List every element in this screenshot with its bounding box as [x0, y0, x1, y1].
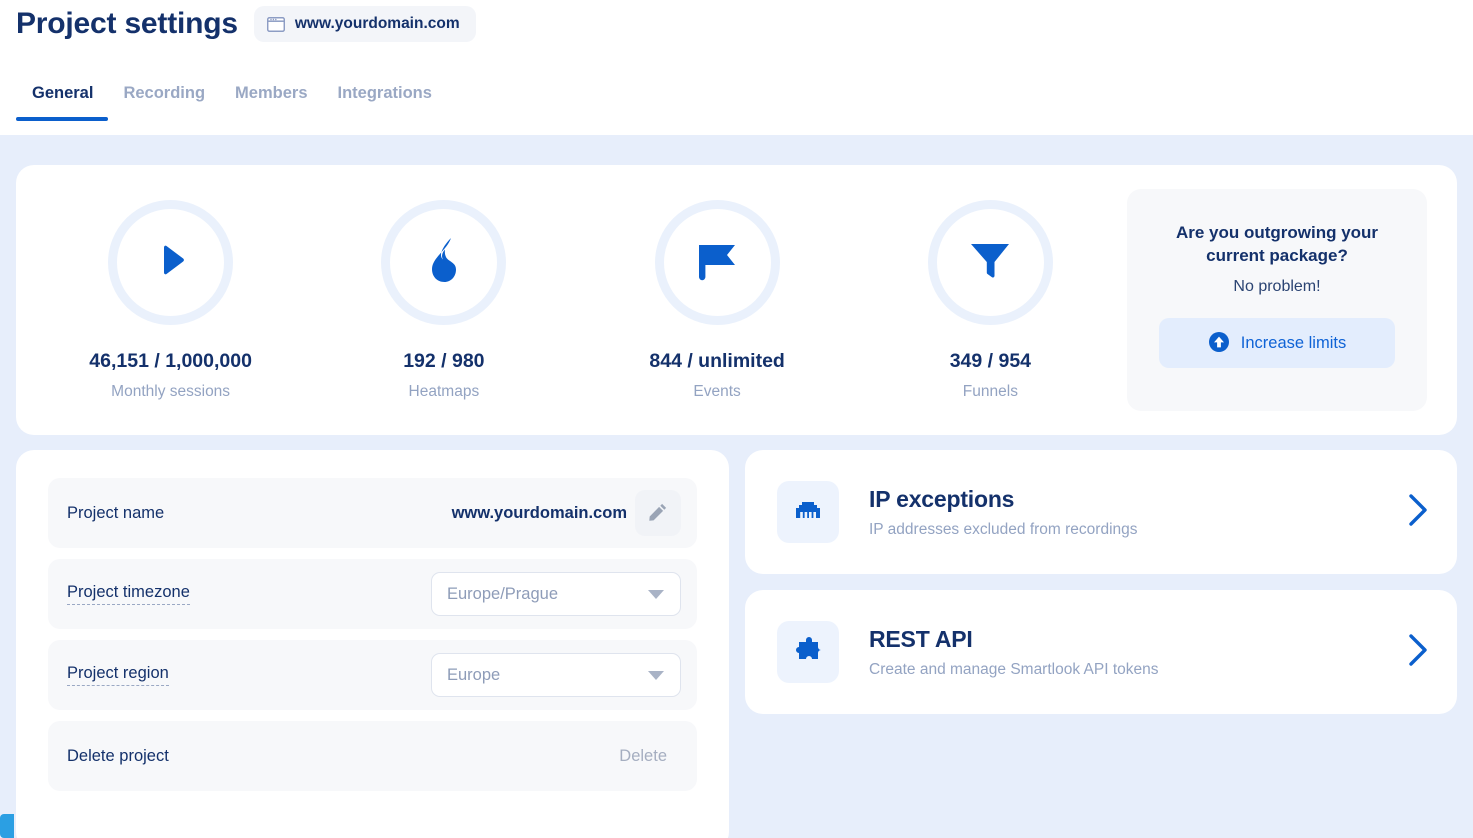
chevron-right-icon[interactable]	[1407, 493, 1429, 532]
chevron-down-icon	[648, 670, 664, 680]
project-timezone-select[interactable]: Europe/Prague	[431, 572, 681, 616]
stat-label: Events	[693, 382, 741, 400]
rest-api-title: REST API	[869, 625, 973, 652]
stat-icon-ring	[654, 199, 780, 325]
right-column: IP exceptions IP addresses excluded from…	[745, 450, 1457, 838]
stat-funnels: 349 / 954 Funnels	[854, 199, 1127, 401]
stat-icon-ring	[108, 199, 234, 325]
tab-general[interactable]: General	[16, 84, 109, 121]
ip-exceptions-card[interactable]: IP exceptions IP addresses excluded from…	[745, 450, 1457, 574]
settings-body: 46,151 / 1,000,000 Monthly sessions 192 …	[0, 135, 1473, 838]
lower-section: Project name www.yourdomain.com Project …	[16, 450, 1457, 838]
stat-value: 46,151 / 1,000,000	[89, 349, 252, 372]
rest-api-card[interactable]: REST API Create and manage Smartlook API…	[745, 590, 1457, 714]
project-settings-page: Project settings www.yourdomain.com Gene…	[0, 0, 1473, 838]
chevron-down-icon	[648, 589, 664, 599]
stat-value: 349 / 954	[949, 349, 1032, 372]
tab-recording[interactable]: Recording	[108, 84, 220, 121]
stat-label: Funnels	[962, 382, 1018, 400]
stat-label: Monthly sessions	[111, 382, 231, 400]
puzzle-piece-icon	[793, 635, 823, 670]
stat-value: 192 / 980	[403, 349, 485, 372]
project-region-value: Europe	[447, 665, 501, 684]
row-project-name: Project name www.yourdomain.com	[48, 478, 697, 548]
rest-api-desc: Create and manage Smartlook API tokens	[869, 660, 1159, 678]
project-region-select[interactable]: Europe	[431, 653, 681, 697]
domain-badge[interactable]: www.yourdomain.com	[253, 6, 476, 42]
play-icon	[148, 237, 194, 288]
rest-api-text: REST API Create and manage Smartlook API…	[869, 626, 1407, 679]
usage-stats-card: 46,151 / 1,000,000 Monthly sessions 192 …	[16, 165, 1457, 435]
delete-project-label: Delete project	[67, 746, 169, 765]
ip-exceptions-icon-box	[777, 481, 839, 543]
support-widget-handle[interactable]	[0, 814, 14, 838]
flame-icon	[422, 236, 466, 289]
project-region-label[interactable]: Project region	[67, 664, 169, 686]
stat-monthly-sessions: 46,151 / 1,000,000 Monthly sessions	[34, 199, 307, 401]
ethernet-port-icon	[793, 497, 823, 528]
row-delete-project: Delete project Delete	[48, 721, 697, 791]
stat-events: 844 / unlimited Events	[581, 199, 854, 401]
flag-icon	[693, 237, 741, 288]
project-timezone-label[interactable]: Project timezone	[67, 583, 190, 605]
increase-limits-button[interactable]: Increase limits	[1159, 318, 1395, 369]
project-name-label: Project name	[67, 503, 165, 522]
project-name-value: www.yourdomain.com	[451, 503, 627, 522]
chevron-right-icon[interactable]	[1407, 633, 1429, 672]
stat-icon-ring	[381, 199, 507, 325]
project-timezone-value: Europe/Prague	[447, 584, 558, 603]
stat-value: 844 / unlimited	[649, 349, 785, 372]
project-name-right: www.yourdomain.com	[452, 490, 681, 536]
row-project-region: Project region Europe	[48, 640, 697, 710]
page-title: Project settings	[16, 7, 238, 40]
ip-exceptions-title: IP exceptions	[869, 485, 1015, 512]
funnel-icon	[967, 238, 1013, 287]
tab-members[interactable]: Members	[220, 84, 322, 121]
title-row: Project settings www.yourdomain.com	[16, 6, 476, 42]
arrow-up-circle-icon	[1208, 331, 1230, 356]
upgrade-subtitle: No problem!	[1233, 278, 1321, 296]
rest-api-icon-box	[777, 621, 839, 683]
domain-badge-label: www.yourdomain.com	[294, 15, 460, 32]
delete-project-button[interactable]: Delete	[605, 737, 681, 776]
page-header: Project settings www.yourdomain.com Gene…	[0, 0, 1473, 135]
tab-integrations[interactable]: Integrations	[323, 84, 447, 121]
upgrade-panel: Are you outgrowing your current package?…	[1127, 189, 1427, 411]
stat-label: Heatmaps	[408, 382, 480, 400]
increase-limits-label: Increase limits	[1240, 333, 1347, 352]
ip-exceptions-desc: IP addresses excluded from recordings	[869, 520, 1138, 538]
browser-window-icon	[266, 16, 285, 32]
usage-stats-row: 46,151 / 1,000,000 Monthly sessions 192 …	[16, 199, 1127, 401]
settings-tabs: General Recording Members Integrations	[16, 84, 447, 121]
stat-heatmaps: 192 / 980 Heatmaps	[307, 199, 580, 401]
pencil-icon	[648, 502, 668, 525]
edit-project-name-button[interactable]	[635, 490, 681, 536]
ip-exceptions-text: IP exceptions IP addresses excluded from…	[869, 486, 1407, 539]
upgrade-title: Are you outgrowing your current package?	[1175, 223, 1379, 266]
project-settings-card: Project name www.yourdomain.com Project …	[16, 450, 729, 838]
row-project-timezone: Project timezone Europe/Prague	[48, 559, 697, 629]
stat-icon-ring	[927, 199, 1053, 325]
